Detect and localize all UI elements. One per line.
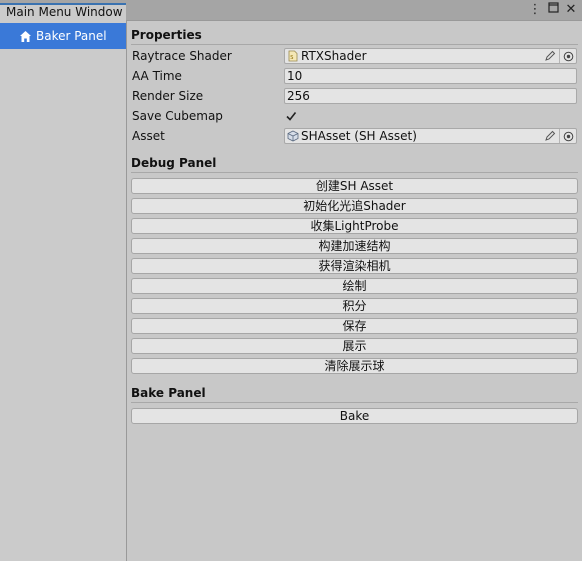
sidebar: Baker Panel [0, 21, 127, 561]
more-options-icon[interactable]: ⋮ [528, 2, 542, 18]
prop-row-asset: Asset SHAsset (SH Asset) [131, 126, 578, 146]
prop-row-render-size: Render Size 256 [131, 86, 578, 106]
show-button[interactable]: 展示 [131, 338, 578, 354]
get-render-camera-button[interactable]: 获得渲染相机 [131, 258, 578, 274]
save-cubemap-checkbox[interactable] [284, 109, 298, 123]
bake-panel-header: Bake Panel [131, 384, 578, 403]
collect-lightprobe-button[interactable]: 收集LightProbe [131, 218, 578, 234]
raytrace-shader-label: Raytrace Shader [132, 49, 232, 63]
object-picker-icon[interactable] [559, 129, 576, 143]
home-icon [18, 29, 32, 43]
debug-panel-header: Debug Panel [131, 154, 578, 173]
asset-label: Asset [132, 129, 165, 143]
pencil-icon[interactable] [541, 129, 559, 143]
maximize-icon[interactable] [546, 2, 560, 18]
clear-show-spheres-button[interactable]: 清除展示球 [131, 358, 578, 374]
sidebar-item-baker-panel[interactable]: Baker Panel [0, 23, 126, 49]
window-tab-label: Main Menu Window [6, 5, 123, 19]
asset-field[interactable]: SHAsset (SH Asset) [284, 128, 577, 144]
asset-value: SHAsset (SH Asset) [301, 129, 417, 143]
aa-time-field[interactable]: 10 [284, 68, 577, 84]
prop-row-save-cubemap: Save Cubemap [131, 106, 578, 126]
bake-button[interactable]: Bake [131, 408, 578, 424]
close-icon[interactable]: ✕ [564, 2, 578, 18]
save-button[interactable]: 保存 [131, 318, 578, 334]
object-picker-icon[interactable] [559, 49, 576, 63]
shader-file-icon: S [287, 50, 299, 62]
prop-row-aa-time: AA Time 10 [131, 66, 578, 86]
raytrace-shader-value: RTXShader [301, 49, 367, 63]
scriptable-object-icon [287, 130, 299, 142]
pencil-icon[interactable] [541, 49, 559, 63]
aa-time-label: AA Time [132, 69, 182, 83]
window-tab[interactable]: Main Menu Window [0, 3, 126, 21]
window-controls: ⋮ ✕ [528, 2, 578, 18]
sidebar-item-label: Baker Panel [36, 29, 107, 43]
integrate-button[interactable]: 积分 [131, 298, 578, 314]
title-bar: Main Menu Window ⋮ ✕ [0, 0, 582, 21]
init-raytrace-shader-button[interactable]: 初始化光追Shader [131, 198, 578, 214]
render-size-label: Render Size [132, 89, 204, 103]
draw-button[interactable]: 绘制 [131, 278, 578, 294]
inspector-panel: Properties Raytrace Shader S RTXShader A… [131, 21, 578, 428]
build-acceleration-structure-button[interactable]: 构建加速结构 [131, 238, 578, 254]
create-sh-asset-button[interactable]: 创建SH Asset [131, 178, 578, 194]
svg-text:S: S [290, 55, 293, 61]
render-size-field[interactable]: 256 [284, 88, 577, 104]
properties-header: Properties [131, 26, 578, 45]
prop-row-raytrace-shader: Raytrace Shader S RTXShader [131, 46, 578, 66]
raytrace-shader-field[interactable]: S RTXShader [284, 48, 577, 64]
save-cubemap-label: Save Cubemap [132, 109, 223, 123]
